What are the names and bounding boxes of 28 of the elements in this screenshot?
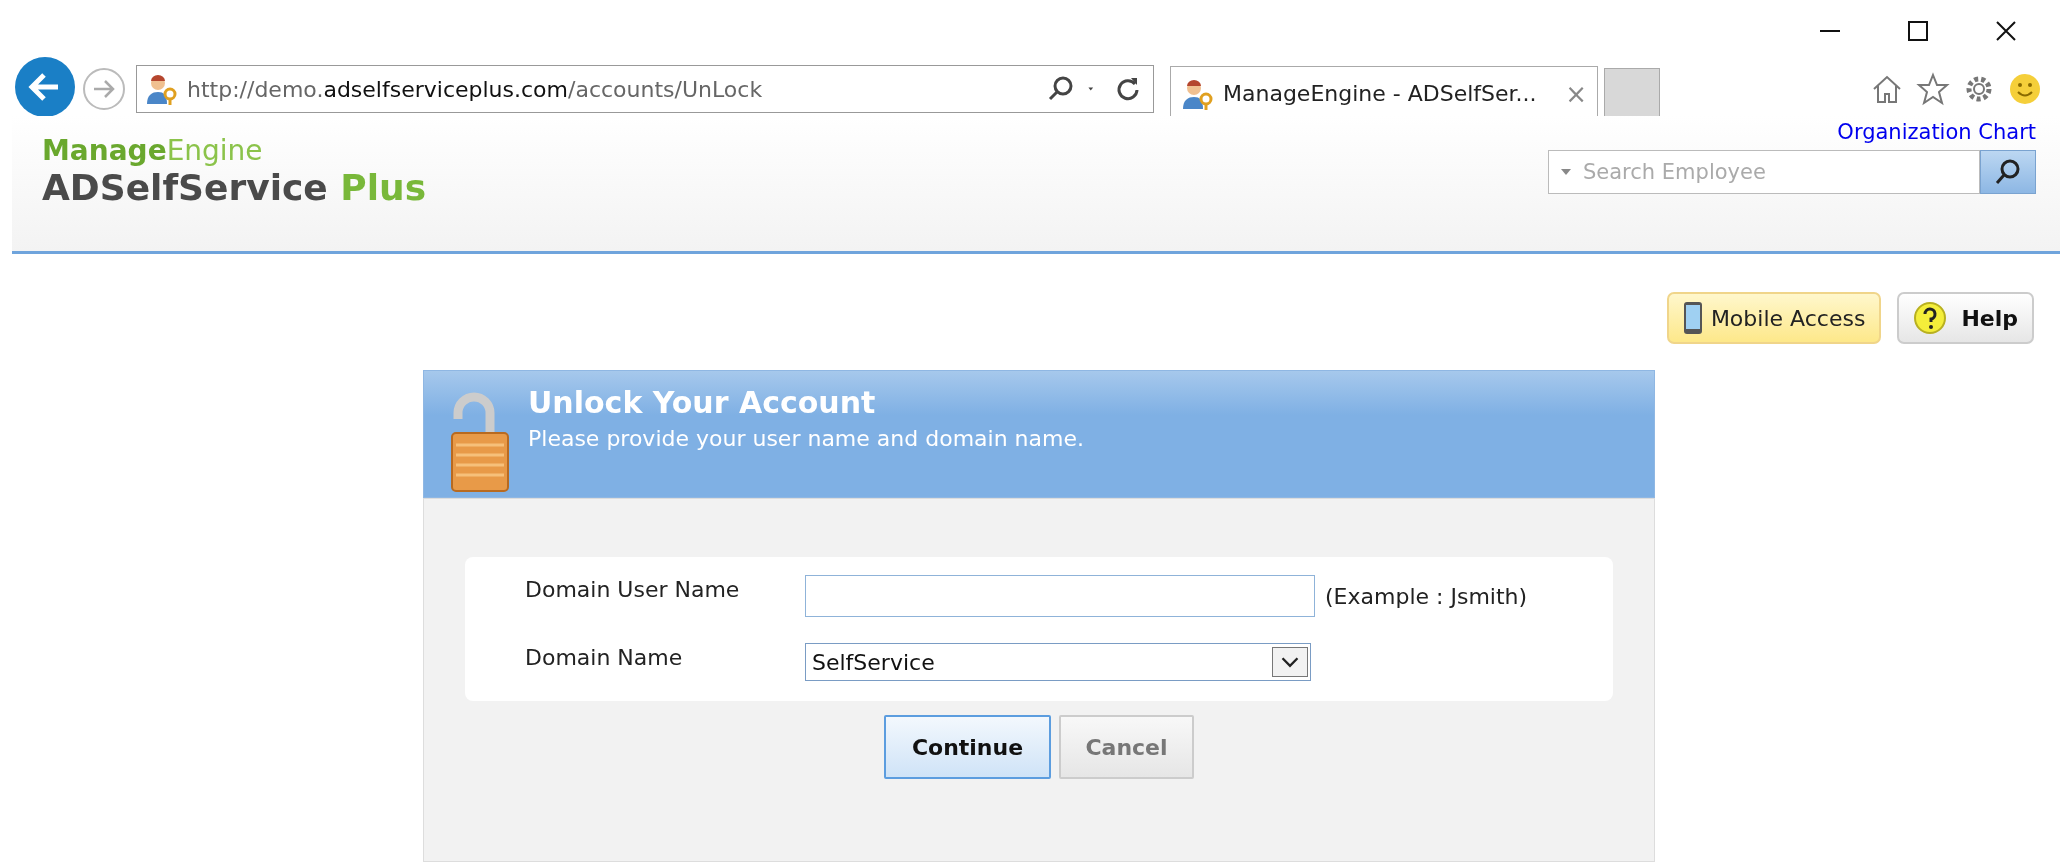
organization-chart-link[interactable]: Organization Chart — [1837, 120, 2036, 144]
brand-logo: ManageEngine — [42, 134, 264, 167]
field-label: Domain Name — [525, 644, 683, 670]
product-name: ADSelfService Plus — [42, 167, 427, 208]
back-icon[interactable] — [14, 56, 76, 118]
address-bar[interactable]: http://demo.adselfserviceplus.com/accounts/UnLock — [136, 65, 1154, 113]
person-icon — [145, 72, 179, 106]
star-icon[interactable] — [1916, 72, 1950, 106]
smiley-icon[interactable] — [2008, 72, 2042, 106]
caret-icon — [1560, 168, 1572, 176]
user-name-field[interactable] — [805, 575, 1315, 617]
caret-icon — [1272, 647, 1308, 677]
example-hint: (Example : Jsmith) — [1325, 583, 1528, 609]
tab-close-button[interactable]: × — [1565, 78, 1587, 109]
search-field[interactable]: Search Employee — [1548, 150, 1980, 194]
dialog-subtitle: Please provide your user name and domain name. — [528, 426, 1084, 451]
phone-icon — [1682, 301, 1703, 335]
mobile-access-button[interactable]: Mobile Access — [1666, 292, 1882, 344]
domain-select[interactable]: SelfService — [805, 643, 1311, 681]
help-button[interactable]: Help — [1897, 292, 2034, 344]
continue-button[interactable]: Continue — [884, 715, 1051, 779]
forward-icon[interactable] — [82, 67, 126, 111]
dialog-title: Unlock Your Account — [528, 385, 877, 420]
field-label: Domain User Name — [525, 576, 740, 602]
cancel-button[interactable]: Cancel — [1059, 715, 1194, 779]
new-tab-button[interactable] — [1604, 67, 1660, 119]
search-button[interactable] — [1980, 150, 2036, 194]
help-icon — [1913, 301, 1948, 335]
